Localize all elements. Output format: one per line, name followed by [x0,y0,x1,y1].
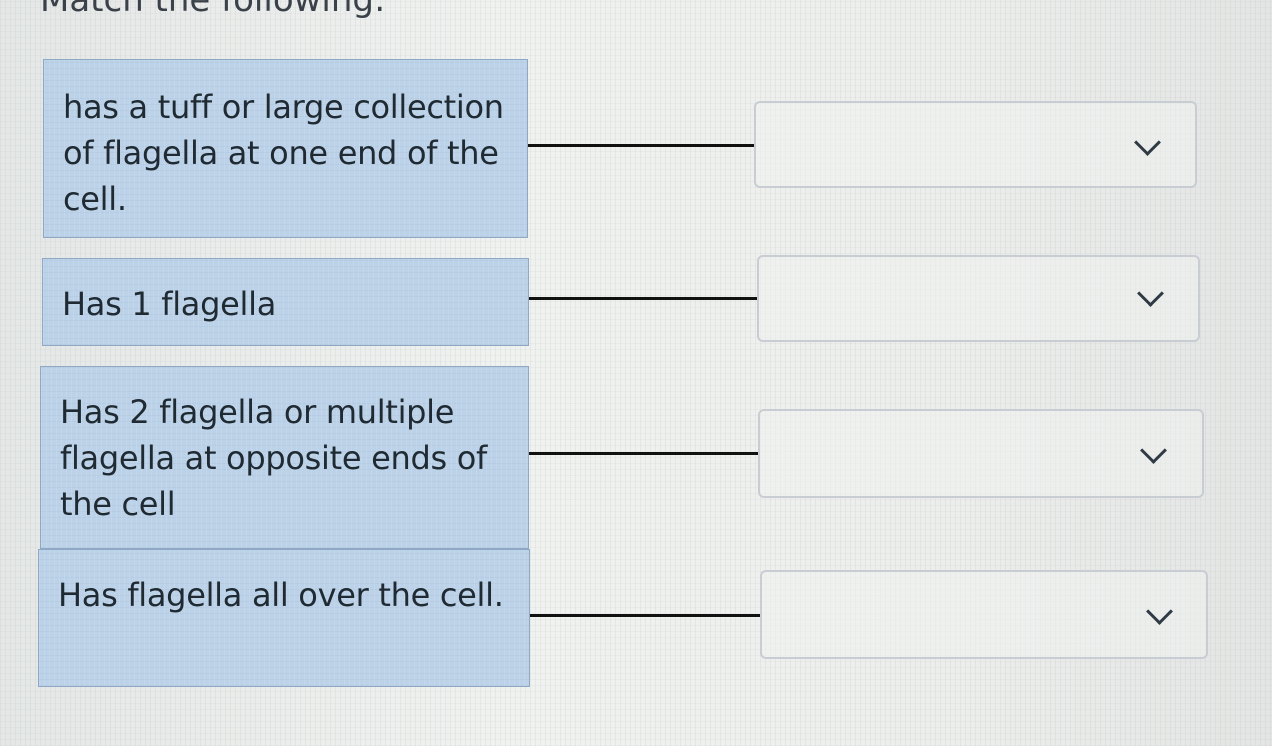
match-connector-1 [528,144,754,147]
match-prompt-3: Has 2 flagella or multiple flagella at o… [40,366,529,549]
match-prompt-2-text: Has 1 flagella [62,285,277,323]
match-prompt-4: Has flagella all over the cell. [38,549,530,687]
match-select-2[interactable] [757,255,1200,342]
chevron-down-icon [1146,598,1173,625]
match-select-3[interactable] [758,409,1204,498]
match-select-1[interactable] [754,101,1197,188]
chevron-down-icon [1134,129,1161,156]
match-connector-2 [529,297,757,300]
match-prompt-1-text: has a tuff or large collection of flagel… [63,88,504,218]
match-select-4[interactable] [760,570,1208,659]
match-prompt-4-text: Has flagella all over the cell. [58,576,504,614]
chevron-down-icon [1137,280,1164,307]
match-prompt-1: has a tuff or large collection of flagel… [43,59,528,238]
chevron-down-icon [1140,437,1167,464]
match-connector-4 [530,614,760,617]
page-title: Match the following: [40,0,386,20]
match-connector-3 [529,452,758,455]
match-prompt-3-text: Has 2 flagella or multiple flagella at o… [60,393,487,523]
match-prompt-2: Has 1 flagella [42,258,529,346]
